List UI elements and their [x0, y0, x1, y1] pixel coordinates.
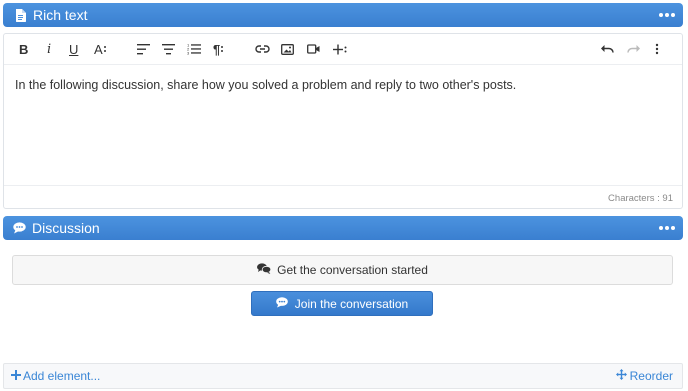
redo-icon[interactable] — [627, 40, 640, 58]
discussion-header: Discussion — [3, 216, 683, 240]
toolbar-divider — [4, 64, 682, 65]
bold-button[interactable]: B — [19, 40, 28, 58]
document-icon — [7, 8, 33, 22]
rich-text-title: Rich text — [33, 7, 88, 23]
rich-text-editor[interactable]: B i U A 123 ¶ In the following discussio… — [3, 33, 683, 209]
video-icon[interactable] — [307, 40, 320, 58]
rich-text-header: Rich text — [3, 3, 683, 27]
comments-icon — [257, 263, 272, 277]
add-element-button[interactable]: Add element... — [11, 369, 100, 383]
editor-toolbar: B i U A 123 ¶ — [4, 34, 682, 64]
join-conversation-label: Join the conversation — [294, 296, 409, 311]
comment-icon — [275, 296, 288, 311]
svg-text:3: 3 — [187, 51, 190, 56]
add-element-label: Add element... — [23, 369, 101, 383]
start-conversation-label: Get the conversation started — [277, 263, 428, 277]
reorder-button[interactable]: Reorder — [615, 369, 673, 383]
editor-content[interactable]: In the following discussion, share how y… — [15, 78, 516, 92]
font-size-label: A — [94, 41, 103, 57]
paragraph-label: ¶ — [213, 41, 221, 57]
comment-icon — [6, 222, 32, 234]
link-icon[interactable] — [255, 40, 270, 58]
paragraph-button[interactable]: ¶ — [213, 40, 224, 58]
dropdown-dots-icon — [221, 46, 224, 52]
join-conversation-button[interactable]: Join the conversation — [251, 291, 433, 316]
character-count: Characters : 91 — [608, 193, 673, 204]
bottom-bar: Add element... Reorder — [3, 363, 683, 389]
move-icon — [615, 369, 627, 383]
underline-button[interactable]: U — [69, 40, 78, 58]
align-left-icon[interactable] — [137, 40, 150, 58]
reorder-label: Reorder — [629, 369, 673, 383]
insert-more-icon[interactable] — [333, 40, 347, 58]
align-center-icon[interactable] — [162, 40, 175, 58]
ordered-list-icon[interactable]: 123 — [187, 40, 201, 58]
undo-icon[interactable] — [601, 40, 614, 58]
italic-button[interactable]: i — [47, 40, 51, 58]
dropdown-dots-icon — [103, 46, 106, 52]
more-horizontal-icon[interactable] — [659, 219, 675, 237]
plus-icon — [11, 369, 21, 383]
more-horizontal-icon[interactable] — [659, 6, 675, 24]
image-icon[interactable] — [281, 40, 294, 58]
more-vertical-icon[interactable] — [655, 40, 659, 58]
editor-footer-divider — [4, 185, 682, 186]
discussion-title: Discussion — [32, 220, 100, 236]
font-size-button[interactable]: A — [94, 40, 107, 58]
start-conversation-button[interactable]: Get the conversation started — [12, 255, 673, 285]
